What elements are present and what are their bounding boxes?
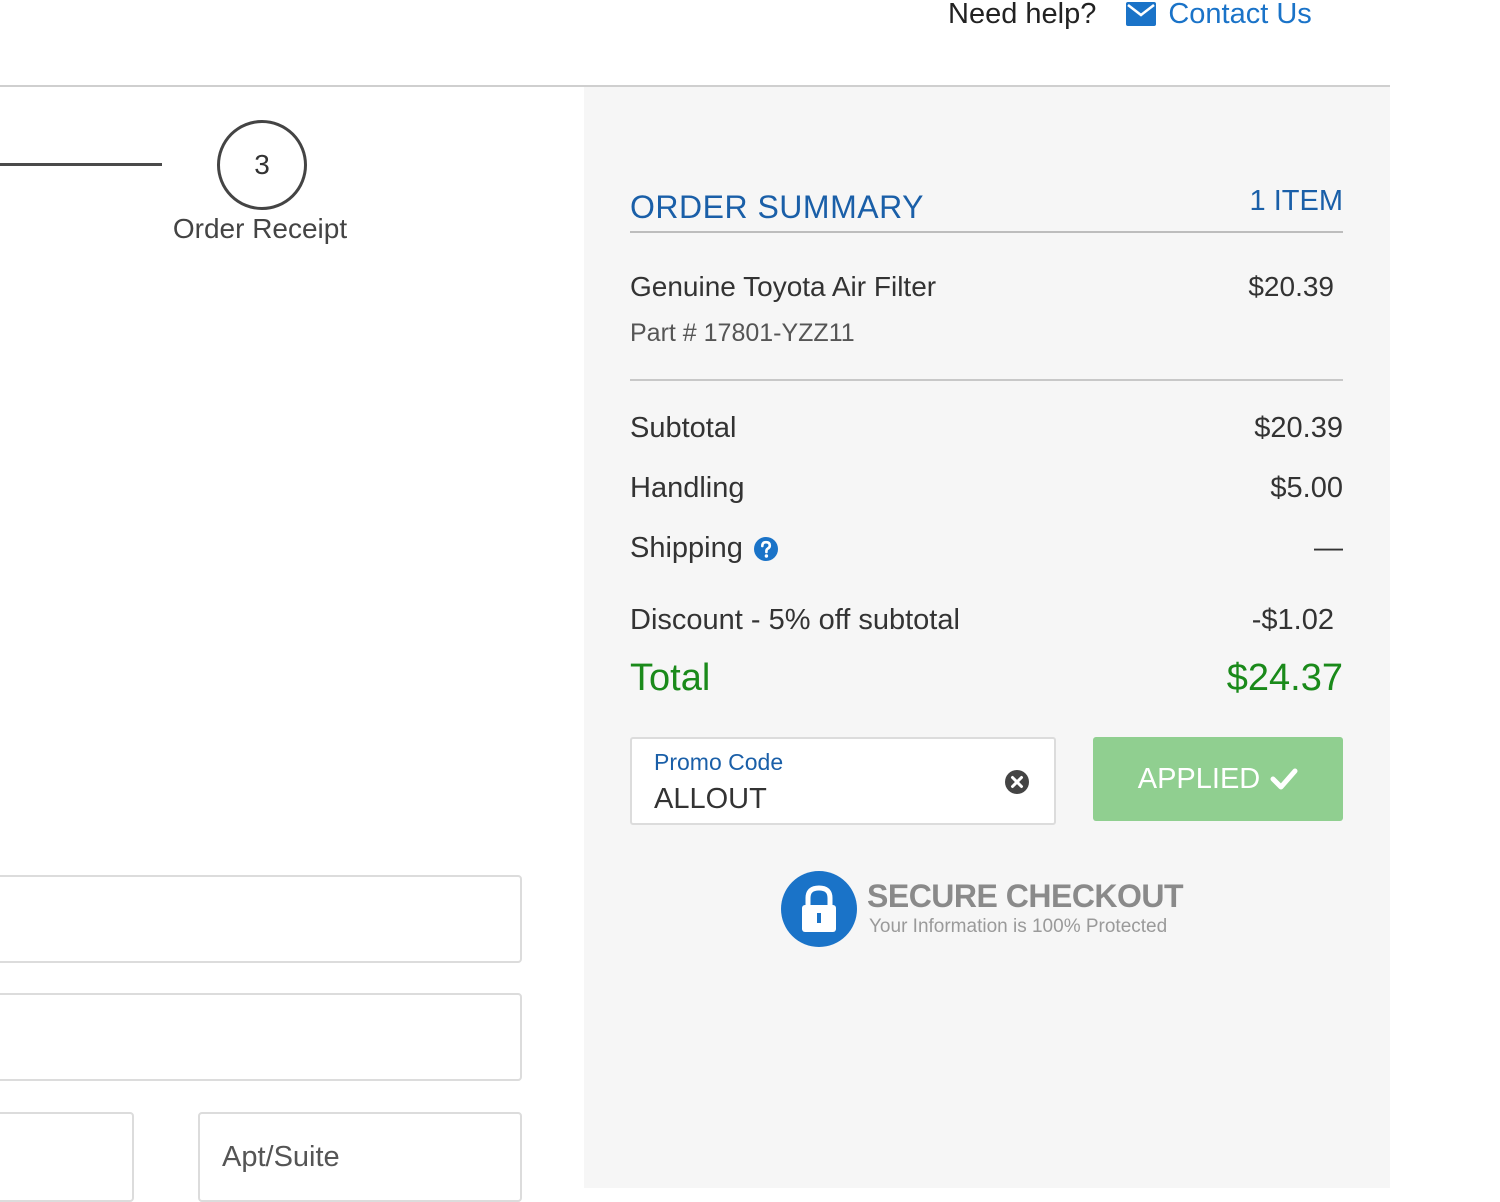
secure-checkout-subtitle: Your Information is 100% Protected — [869, 916, 1168, 937]
total-value: $24.37 — [1226, 657, 1343, 699]
progress-connector — [0, 163, 162, 166]
secure-checkout-badge: SECURE CHECKOUT Your Information is 100%… — [780, 870, 1220, 950]
handling-value: $5.00 — [1270, 472, 1343, 504]
subtotal-value: $20.39 — [1254, 412, 1343, 444]
discount-label: Discount - 5% off subtotal — [630, 604, 960, 636]
applied-button[interactable]: APPLIED — [1093, 737, 1343, 821]
apt-suite-field[interactable] — [198, 1112, 522, 1202]
total-label: Total — [630, 657, 711, 699]
step-3-label: Order Receipt — [172, 213, 348, 244]
subtotal-label: Subtotal — [630, 412, 737, 444]
order-summary-title: ORDER SUMMARY — [630, 189, 924, 225]
item-price: $20.39 — [1248, 271, 1334, 302]
need-help-label: Need help? — [948, 0, 1097, 30]
promo-code-input[interactable] — [654, 781, 974, 817]
shipping-value: — — [1314, 532, 1343, 564]
address-field-3[interactable] — [0, 1112, 134, 1202]
secure-checkout-title: SECURE CHECKOUT — [867, 878, 1184, 914]
order-summary-header: ORDER SUMMARY 1 ITEM — [630, 185, 1343, 233]
contact-us-link[interactable]: Contact Us — [1126, 0, 1312, 31]
shipping-row-label: Shipping — [630, 532, 779, 565]
clear-circle-icon[interactable] — [1004, 769, 1030, 795]
address-field-1[interactable] — [0, 875, 522, 963]
step-3-circle: 3 — [217, 120, 307, 210]
envelope-icon — [1126, 2, 1157, 26]
shipping-label: Shipping — [630, 532, 743, 564]
lock-icon — [781, 871, 857, 947]
promo-code-field[interactable]: Promo Code — [630, 737, 1056, 825]
items-divider — [630, 379, 1343, 381]
applied-button-label: APPLIED — [1137, 762, 1261, 795]
discount-value: -$1.02 — [1251, 604, 1334, 636]
item-name: Genuine Toyota Air Filter — [630, 271, 937, 302]
question-circle-icon[interactable] — [753, 536, 779, 562]
address-field-2[interactable] — [0, 993, 522, 1081]
handling-label: Handling — [630, 472, 745, 504]
order-summary-panel: ORDER SUMMARY 1 ITEM Genuine Toyota Air … — [584, 87, 1390, 1188]
item-part-number: Part # 17801-YZZ11 — [630, 319, 855, 347]
item-count: 1 ITEM — [1249, 185, 1343, 217]
check-icon — [1270, 768, 1298, 790]
contact-us-label: Contact Us — [1168, 0, 1312, 30]
step-number: 3 — [254, 149, 270, 180]
promo-code-label: Promo Code — [654, 749, 784, 775]
header-help: Need help? Contact Us — [948, 0, 1312, 34]
checkout-form-panel: 3 Order Receipt — [0, 87, 584, 1202]
